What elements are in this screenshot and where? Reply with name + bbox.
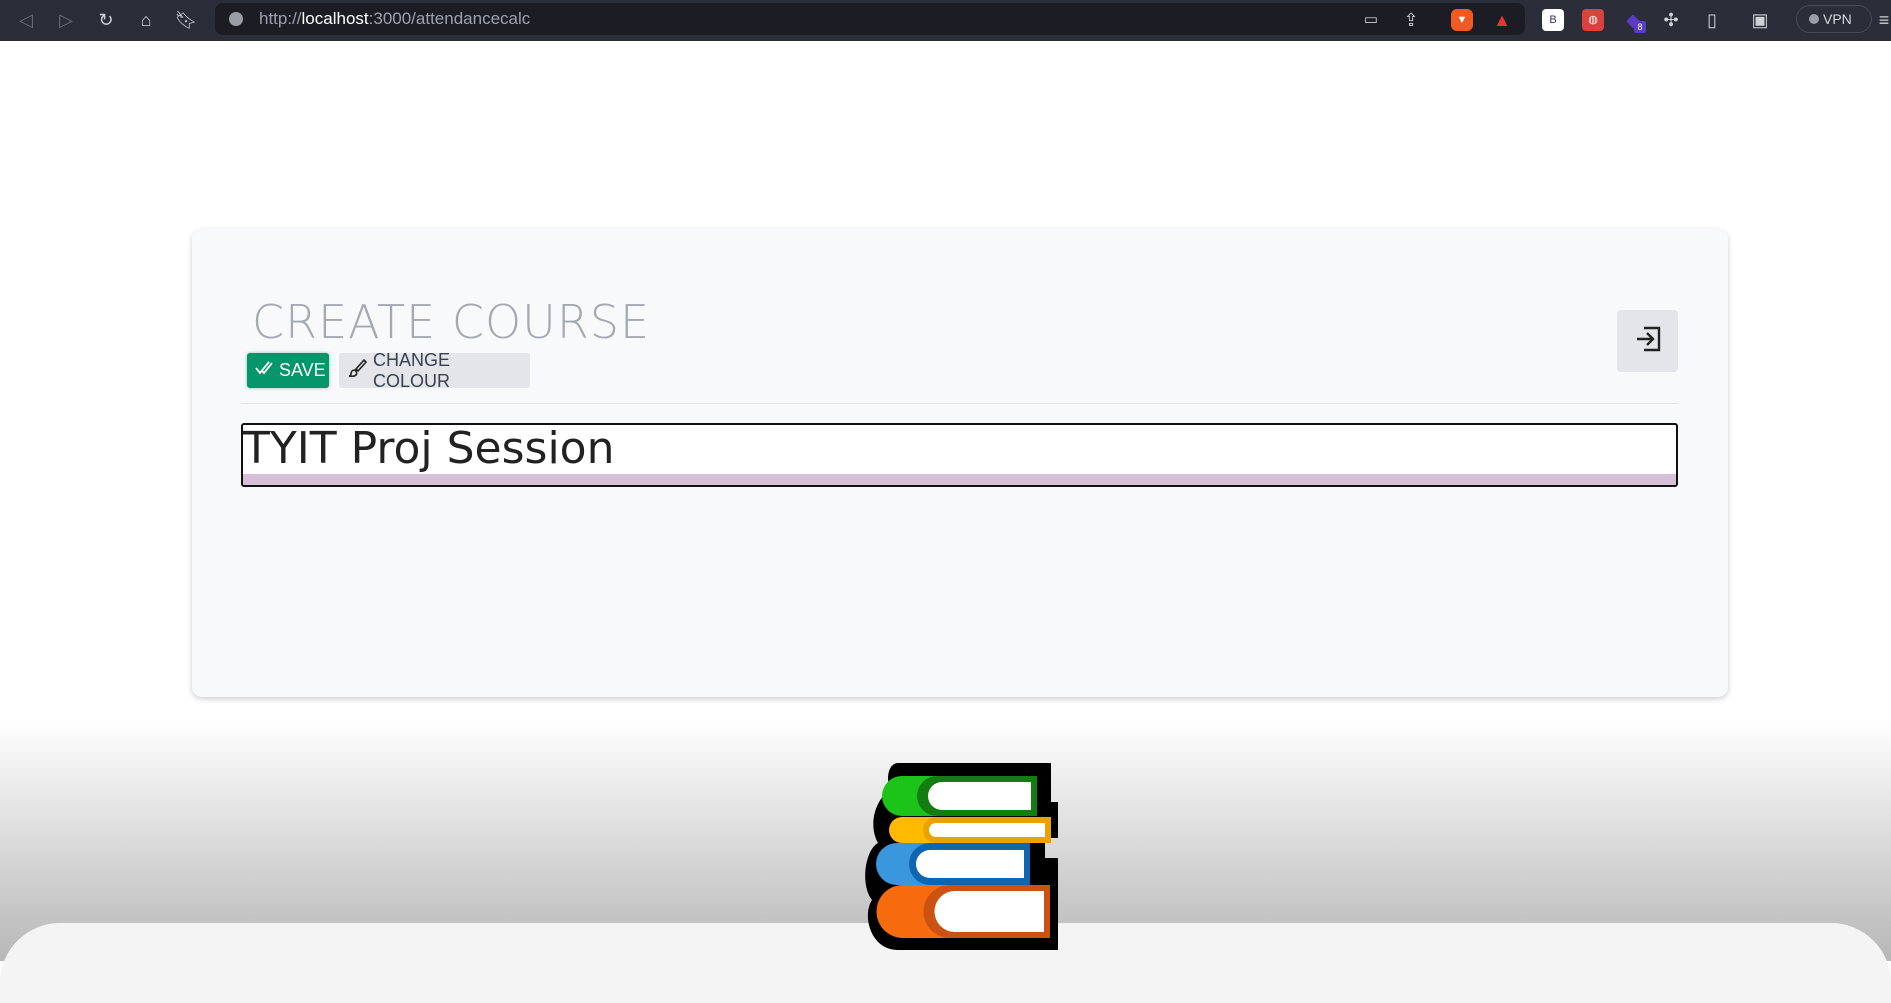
bookmark-icon[interactable]: 🔖︎: [174, 8, 198, 32]
paintbrush-icon: [347, 358, 368, 383]
back-icon[interactable]: ◁: [14, 8, 38, 32]
browser-toolbar: ◁ ▷ ↻ ⌂ 🔖︎ http://localhost:3000/attenda…: [0, 0, 1891, 41]
books-logo: [840, 740, 1080, 966]
course-name-input[interactable]: TYIT Proj Session: [241, 423, 1678, 487]
extension-badge: 8: [1634, 21, 1646, 33]
brave-rewards-icon[interactable]: ▲: [1491, 9, 1513, 31]
change-colour-button[interactable]: CHANGE COLOUR: [339, 350, 530, 391]
reload-icon[interactable]: ↻: [94, 8, 118, 32]
wallet-icon[interactable]: ▣: [1748, 8, 1772, 32]
double-check-icon: [255, 360, 273, 381]
change-colour-label: CHANGE COLOUR: [373, 349, 451, 391]
exit-button[interactable]: [1617, 310, 1678, 372]
create-course-card: CREATE COURSE SAVE CHANGE COLOUR TYIT Pr…: [192, 229, 1728, 697]
course-name-value: TYIT Proj Session: [243, 423, 615, 474]
extensions-icon[interactable]: ✣: [1659, 8, 1683, 32]
address-bar[interactable]: http://localhost:3000/attendancecalc: [215, 3, 1525, 35]
extension-red-icon[interactable]: ◍: [1582, 9, 1604, 31]
menu-icon[interactable]: ≡: [1872, 8, 1891, 32]
selected-colour-bar: [243, 474, 1676, 485]
exit-icon: [1633, 324, 1663, 359]
vpn-button[interactable]: VPN: [1796, 5, 1872, 33]
extension-purple-icon[interactable]: ◆ 8: [1622, 9, 1646, 33]
share-icon[interactable]: ⇪: [1399, 8, 1423, 32]
sidebar-icon[interactable]: ▯: [1700, 8, 1724, 32]
forward-icon[interactable]: ▷: [54, 8, 78, 32]
cast-icon[interactable]: ▭: [1359, 8, 1383, 32]
url-text: http://localhost:3000/attendancecalc: [259, 9, 531, 28]
save-button[interactable]: SAVE: [247, 353, 329, 388]
page-title: CREATE COURSE: [252, 295, 651, 349]
brave-shield-icon[interactable]: ▼: [1451, 9, 1473, 31]
site-info-icon[interactable]: [229, 12, 243, 26]
divider: [241, 403, 1678, 404]
save-label: SAVE: [279, 360, 326, 380]
extension-b-icon[interactable]: B: [1542, 9, 1564, 31]
home-icon[interactable]: ⌂: [134, 8, 158, 32]
